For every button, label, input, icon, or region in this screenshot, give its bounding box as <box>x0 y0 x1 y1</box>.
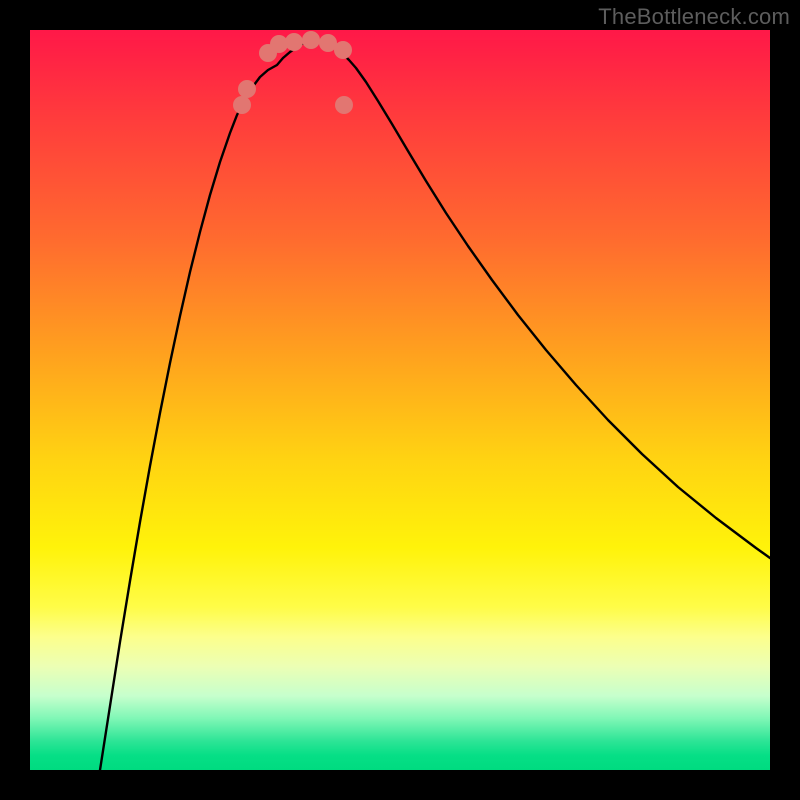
curve-marker <box>302 31 320 49</box>
curve-marker <box>285 33 303 51</box>
curve-markers <box>233 31 353 114</box>
curve-marker <box>334 41 352 59</box>
chart-frame: TheBottleneck.com <box>0 0 800 800</box>
bottleneck-curve <box>100 40 770 770</box>
plot-area <box>30 30 770 770</box>
watermark-label: TheBottleneck.com <box>598 4 790 30</box>
curve-overlay <box>30 30 770 770</box>
curve-marker <box>233 96 251 114</box>
curve-marker <box>238 80 256 98</box>
curve-marker <box>335 96 353 114</box>
